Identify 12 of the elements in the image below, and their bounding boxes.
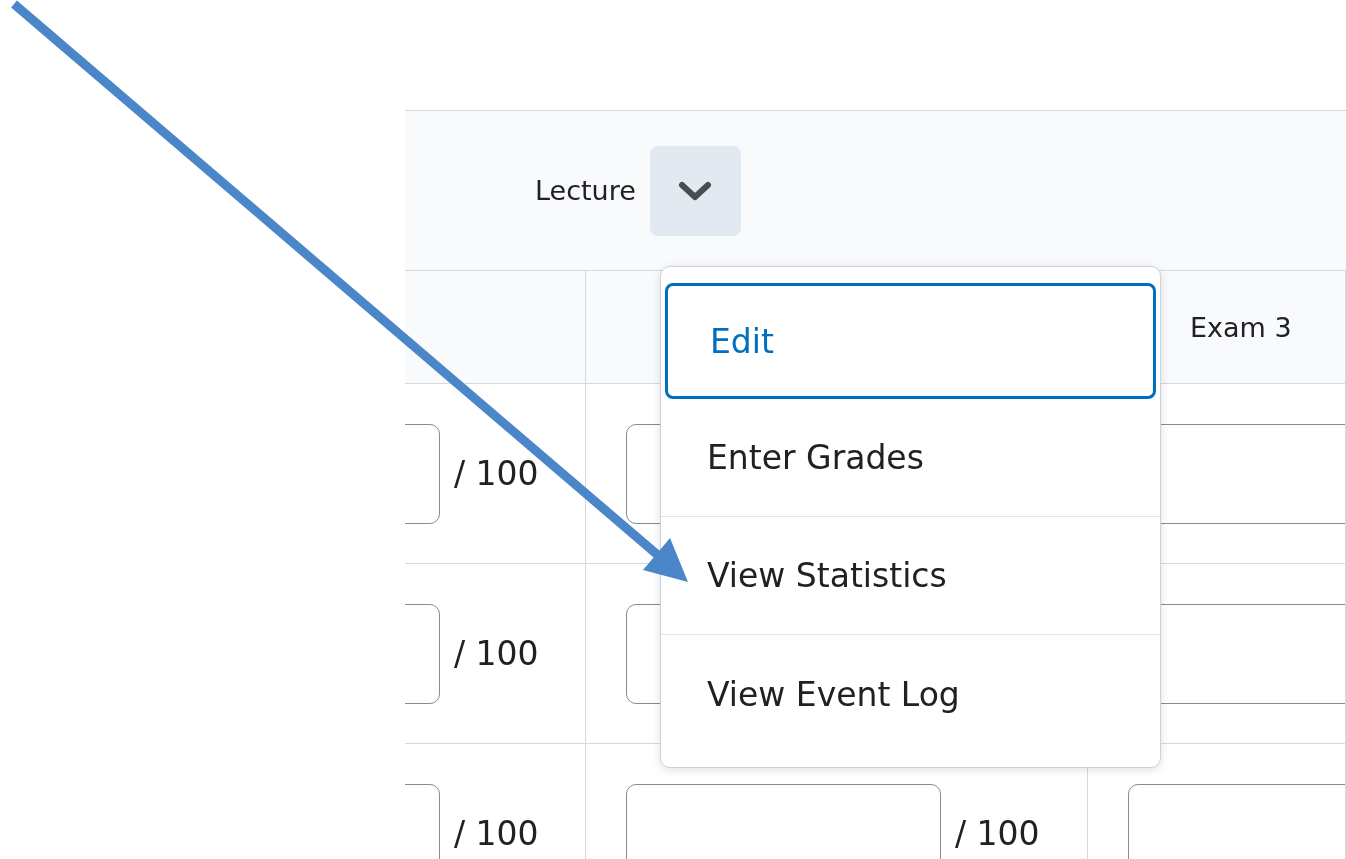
grade-input[interactable] <box>626 783 941 859</box>
out-of-label: / 100 <box>955 814 1040 853</box>
menu-item[interactable]: Edit <box>665 283 1156 399</box>
menu-item[interactable]: View Event Log <box>661 635 1160 753</box>
menu-item[interactable]: Enter Grades <box>661 399 1160 517</box>
column-header: Exam 3 <box>1190 311 1292 343</box>
out-of-label: / 100 <box>454 454 539 493</box>
chevron-down-icon <box>678 179 713 202</box>
dropdown-button[interactable] <box>649 145 741 236</box>
out-of-label: / 100 <box>454 634 539 673</box>
column-label: Lecture <box>535 175 636 206</box>
out-of-label: / 100 <box>454 814 539 853</box>
